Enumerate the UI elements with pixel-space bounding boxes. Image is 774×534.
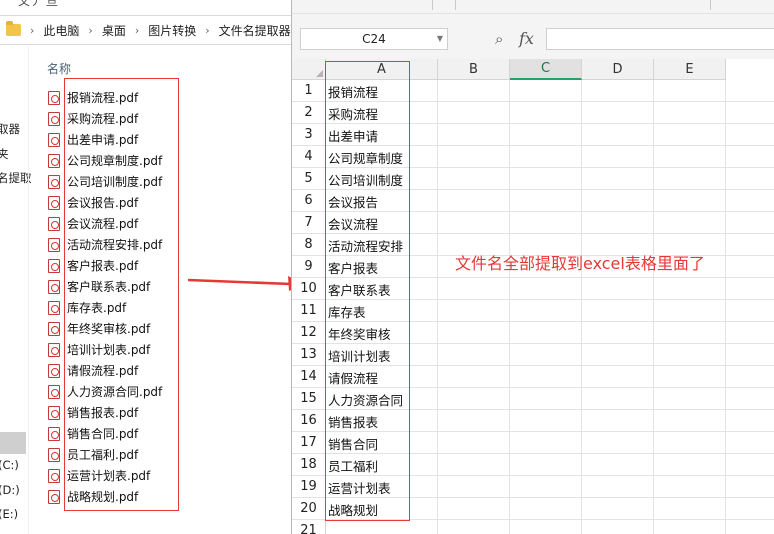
row-header[interactable]: 14 (292, 366, 326, 388)
breadcrumb-image-convert[interactable]: 图片转换 (148, 22, 196, 39)
row-header[interactable]: 15 (292, 388, 326, 410)
column-header-name[interactable]: 名称 (47, 60, 71, 77)
zoom-search-icon[interactable]: ⌕ (495, 30, 503, 48)
grid-line (437, 80, 438, 534)
pdf-file-icon (48, 132, 60, 147)
pdf-file-icon (48, 342, 60, 357)
spreadsheet-window: C24 ▼ ⌕ fx A B C D E 1 报销流程 2 采购流程 3 出差申请 4 公司规章制度 5 公… (291, 0, 774, 534)
highlight-box-column-a (325, 61, 410, 521)
row-header[interactable]: 2 (292, 102, 326, 124)
name-box[interactable]: C24 ▼ (300, 28, 448, 50)
pdf-file-icon (48, 258, 60, 273)
toolbar-fragment: 文丿 亘 (18, 0, 58, 8)
row-header[interactable]: 6 (292, 190, 326, 212)
pdf-file-icon (48, 237, 60, 252)
nav-item-drive-c[interactable]: (C:) (0, 458, 19, 472)
annotation-text: 文件名全部提取到excel表格里面了 (455, 254, 705, 273)
row-header[interactable]: 13 (292, 344, 326, 366)
pdf-file-icon (48, 384, 60, 399)
pdf-file-icon (48, 405, 60, 420)
arrow-shaft (188, 278, 292, 286)
column-header-b[interactable]: B (438, 59, 510, 80)
column-header-e[interactable]: E (654, 59, 726, 80)
row-header[interactable]: 5 (292, 168, 326, 190)
pdf-file-icon (48, 300, 60, 315)
pdf-file-icon (48, 426, 60, 441)
row-header[interactable]: 18 (292, 454, 326, 476)
breadcrumb-desktop[interactable]: 桌面 (102, 22, 126, 39)
pdf-file-icon (48, 447, 60, 462)
nav-item-extractor[interactable]: 取器 (0, 121, 20, 137)
row-header[interactable]: 1 (292, 80, 326, 102)
formula-bar: C24 ▼ ⌕ fx (292, 14, 774, 59)
formula-input[interactable] (546, 28, 774, 50)
column-header-d[interactable]: D (582, 59, 654, 80)
row-header[interactable]: 4 (292, 146, 326, 168)
pane-divider (28, 46, 29, 534)
column-header-c[interactable]: C (510, 59, 582, 80)
pdf-file-icon (48, 279, 60, 294)
nav-item-name-extract[interactable]: 名提取 (0, 170, 32, 186)
pdf-file-icon (48, 111, 60, 126)
ribbon-separator (710, 0, 711, 10)
chevron-right-icon[interactable]: › (30, 24, 34, 37)
dropdown-arrow-icon[interactable]: ▼ (437, 34, 443, 43)
file-explorer-window: 文丿 亘 › 此电脑 › 桌面 › 图片转换 › 文件名提取器 取器 夹 名提取… (0, 0, 292, 534)
chevron-right-icon[interactable]: › (205, 24, 209, 37)
row-header[interactable]: 11 (292, 300, 326, 322)
address-bar[interactable]: › 此电脑 › 桌面 › 图片转换 › 文件名提取器 (0, 15, 292, 45)
row-header[interactable]: 8 (292, 234, 326, 256)
nav-selected-highlight (0, 432, 26, 454)
row-header[interactable]: 19 (292, 476, 326, 498)
row-header[interactable]: 3 (292, 124, 326, 146)
pdf-file-icon (48, 90, 60, 105)
pdf-file-icon (48, 489, 60, 504)
row-header[interactable]: 20 (292, 498, 326, 520)
pdf-file-icon (48, 363, 60, 378)
breadcrumb-this-pc[interactable]: 此电脑 (43, 22, 79, 39)
ribbon-separator (455, 0, 456, 10)
row-header[interactable]: 16 (292, 410, 326, 432)
chevron-right-icon[interactable]: › (88, 24, 92, 37)
row-header[interactable]: 10 (292, 278, 326, 300)
nav-item-drive-e[interactable]: (E:) (0, 507, 18, 521)
row-header[interactable]: 17 (292, 432, 326, 454)
pdf-file-icon (48, 216, 60, 231)
row-header[interactable]: 7 (292, 212, 326, 234)
grid-line (509, 80, 510, 534)
arrow-annotation (188, 276, 304, 291)
pdf-file-icon (48, 195, 60, 210)
highlight-box-files (64, 78, 179, 511)
name-box-value: C24 (362, 32, 386, 46)
row-header[interactable]: 9 (292, 256, 326, 278)
ribbon-fragment (292, 0, 774, 14)
folder-icon (6, 21, 21, 36)
select-all-corner[interactable] (292, 59, 326, 80)
grid-line (653, 80, 654, 534)
breadcrumb-filename-extractor[interactable]: 文件名提取器 (219, 22, 291, 39)
pdf-file-icon (48, 468, 60, 483)
chevron-right-icon[interactable]: › (135, 24, 139, 37)
row-header[interactable]: 21 (292, 520, 326, 534)
ribbon-separator (432, 0, 433, 10)
pdf-file-icon (48, 321, 60, 336)
nav-item-drive-d[interactable]: (D:) (0, 483, 20, 497)
grid-line (725, 80, 726, 534)
pdf-file-icon (48, 153, 60, 168)
grid-line (581, 80, 582, 534)
pdf-file-icon (48, 174, 60, 189)
row-header[interactable]: 12 (292, 322, 326, 344)
nav-item-folder[interactable]: 夹 (0, 146, 9, 162)
fx-icon[interactable]: fx (519, 29, 534, 48)
